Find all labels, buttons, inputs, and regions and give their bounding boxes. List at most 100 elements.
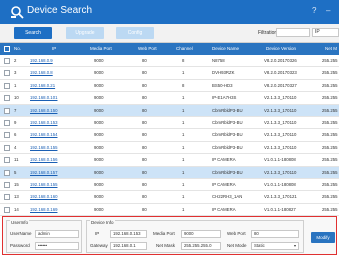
cell-web-port: 80 bbox=[142, 82, 147, 88]
table-row[interactable]: 15 192.168.0.155 9000 80 1 IP CAMERA V1.0.1.1-… bbox=[0, 178, 339, 192]
filter-select[interactable]: IP bbox=[312, 28, 339, 37]
row-checkbox[interactable] bbox=[4, 144, 10, 151]
cell-web-port: 80 bbox=[142, 169, 147, 175]
row-checkbox[interactable] bbox=[4, 157, 10, 164]
header-device-name[interactable]: Device Name bbox=[212, 46, 239, 51]
net-mask-input[interactable]: 255.255.255.0 bbox=[181, 242, 221, 250]
cell-channel: 1 bbox=[182, 206, 185, 212]
help-button[interactable]: ? bbox=[312, 6, 316, 15]
username-input[interactable]: admin bbox=[35, 230, 79, 238]
cell-no: 9 bbox=[14, 119, 17, 125]
cell-ip[interactable]: 192.168.0.21 bbox=[30, 83, 55, 88]
filter-input[interactable] bbox=[276, 28, 310, 37]
header-no[interactable]: No. bbox=[14, 46, 21, 51]
table-row[interactable]: 7 192.168.0.150 9000 80 1 CbmRbldP3-BU V2.1.3.… bbox=[0, 104, 339, 117]
close-button[interactable]: – bbox=[326, 6, 330, 15]
table-row[interactable]: 9 192.168.0.153 9000 80 1 CbmRbldP3-BU V2.1.3.… bbox=[0, 116, 339, 130]
header-web-port[interactable]: Web Port bbox=[138, 46, 157, 51]
cell-net-mask: 255.255 bbox=[322, 107, 338, 113]
cell-net-mask: 255.255 bbox=[322, 206, 338, 212]
row-checkbox[interactable] bbox=[4, 82, 10, 89]
header-net-mask[interactable]: Net M bbox=[325, 46, 337, 51]
title-bar: Device Search ? – bbox=[0, 0, 339, 24]
cell-device-name: N8758 bbox=[212, 58, 225, 63]
cell-ip[interactable]: 192.168.0.157 bbox=[30, 170, 57, 175]
media-port-input[interactable]: 9000 bbox=[181, 230, 221, 238]
net-mode-select[interactable]: Static ▾ bbox=[251, 242, 299, 250]
row-checkbox[interactable] bbox=[4, 132, 10, 139]
cell-channel: 1 bbox=[182, 157, 185, 163]
row-checkbox[interactable] bbox=[4, 70, 10, 77]
cell-ip[interactable]: 192.168.0.154 bbox=[30, 132, 57, 137]
table-row[interactable]: 4 192.168.0.155 9000 80 1 CbmRbldP3-BU V2.1.3.… bbox=[0, 141, 339, 155]
cell-ip[interactable]: 192.168.0.155 bbox=[30, 145, 57, 150]
row-checkbox[interactable] bbox=[4, 194, 10, 201]
row-checkbox[interactable] bbox=[4, 206, 10, 213]
cell-net-mask: 255.255 bbox=[322, 157, 338, 163]
password-input[interactable]: •••••• bbox=[35, 242, 79, 250]
row-checkbox[interactable] bbox=[4, 169, 10, 176]
table-row[interactable]: 13 192.168.0.160 9000 80 1 CH22RH3_1AN V2.1.3.… bbox=[0, 191, 339, 204]
cell-no: 1 bbox=[14, 82, 17, 88]
cell-device-name: CbmRbldP3-BU bbox=[212, 144, 243, 150]
cell-device-name: IP CAMERA bbox=[212, 181, 236, 187]
table-row[interactable]: 5 192.168.0.157 9000 80 1 CbmRbldP3-BU V2.1.3.… bbox=[0, 166, 339, 179]
gateway-input[interactable]: 192.168.0.1 bbox=[110, 242, 147, 250]
table-row[interactable]: 3 192.168.0.8 9000 80 1 DVH93RZK V8.2.0.201703… bbox=[0, 67, 339, 80]
table-row[interactable]: 10 192.168.0.101 9000 80 1 IP-E1A7H3S V2.1.3.3… bbox=[0, 92, 339, 105]
cell-net-mask: 255.255 bbox=[322, 58, 338, 63]
cell-ip[interactable]: 192.168.0.101 bbox=[30, 95, 57, 100]
header-ip[interactable]: IP bbox=[52, 46, 56, 51]
cell-net-mask: 255.255 bbox=[322, 70, 338, 76]
row-checkbox[interactable] bbox=[4, 119, 10, 126]
header-media-port[interactable]: Media Port bbox=[90, 46, 112, 51]
cell-web-port: 80 bbox=[142, 157, 147, 163]
search-app-icon bbox=[11, 6, 24, 19]
username-label: UserName bbox=[10, 231, 32, 236]
cell-ip[interactable]: 192.168.0.155 bbox=[30, 182, 57, 187]
cell-ip[interactable]: 192.168.0.8 bbox=[30, 70, 53, 75]
cell-no: 7 bbox=[14, 107, 17, 113]
table-row[interactable]: 14 192.168.0.169 9000 80 1 IP CAMERA V1.0.1.1-… bbox=[0, 203, 339, 217]
upgrade-button[interactable]: Upgrade bbox=[66, 27, 104, 39]
cell-device-name: CbmRbldP3-BU bbox=[212, 107, 243, 113]
modify-button[interactable]: Modify bbox=[311, 232, 335, 243]
cell-device-version: V1.0.1.1-180808 bbox=[264, 181, 296, 187]
cell-ip[interactable]: 192.168.0.9 bbox=[30, 58, 53, 63]
cell-media-port: 9000 bbox=[94, 95, 104, 101]
table-row[interactable]: 2 192.168.0.9 9000 80 8 N8758 V8.2.0.20170326 2… bbox=[0, 55, 339, 68]
table-row[interactable]: 1 192.168.0.21 9000 80 8 BS50-HD3 V8.2.0.20170… bbox=[0, 79, 339, 93]
header-device-version[interactable]: Device Version bbox=[266, 46, 296, 51]
cell-net-mask: 255.255 bbox=[322, 132, 338, 138]
cell-ip[interactable]: 192.168.0.169 bbox=[30, 207, 57, 212]
ip-input[interactable]: 192.168.0.153 bbox=[110, 230, 147, 238]
table-row[interactable]: 11 192.168.0.156 9000 80 1 IP CAMERA V1.0.1.1-… bbox=[0, 154, 339, 167]
header-channel[interactable]: Channel bbox=[176, 46, 193, 51]
cell-ip[interactable]: 192.168.0.153 bbox=[30, 120, 57, 125]
cell-device-version: V8.2.0.20170323 bbox=[264, 70, 297, 76]
search-button[interactable]: Search bbox=[14, 27, 52, 39]
row-checkbox[interactable] bbox=[4, 181, 10, 188]
cell-web-port: 80 bbox=[142, 132, 147, 138]
row-checkbox[interactable] bbox=[4, 58, 10, 64]
cell-channel: 1 bbox=[182, 107, 185, 113]
cell-web-port: 80 bbox=[142, 119, 147, 125]
cell-media-port: 9000 bbox=[94, 70, 104, 76]
cell-channel: 1 bbox=[182, 95, 185, 101]
cell-ip[interactable]: 192.168.0.160 bbox=[30, 194, 57, 199]
table-row[interactable]: 6 192.168.0.154 9000 80 1 CbmRbldP3-BU V2.1.3.… bbox=[0, 129, 339, 142]
cell-device-version: V1.0.1.1-180808 bbox=[264, 157, 296, 163]
cell-ip[interactable]: 192.168.0.156 bbox=[30, 157, 57, 162]
cell-ip[interactable]: 192.168.0.150 bbox=[30, 108, 57, 113]
web-port-input[interactable]: 80 bbox=[251, 230, 299, 238]
cell-no: 15 bbox=[14, 181, 19, 187]
cell-device-version: V2.1.3.3_170110 bbox=[264, 144, 297, 150]
row-checkbox[interactable] bbox=[4, 107, 10, 114]
cell-web-port: 80 bbox=[142, 144, 147, 150]
row-checkbox[interactable] bbox=[4, 95, 10, 102]
device-table: 2 192.168.0.9 9000 80 8 N8758 V8.2.0.20170326 2… bbox=[0, 55, 339, 217]
select-all-checkbox[interactable] bbox=[4, 46, 10, 52]
cell-channel: 8 bbox=[182, 82, 185, 88]
cell-channel: 1 bbox=[182, 169, 185, 175]
config-button[interactable]: Config bbox=[116, 27, 154, 39]
